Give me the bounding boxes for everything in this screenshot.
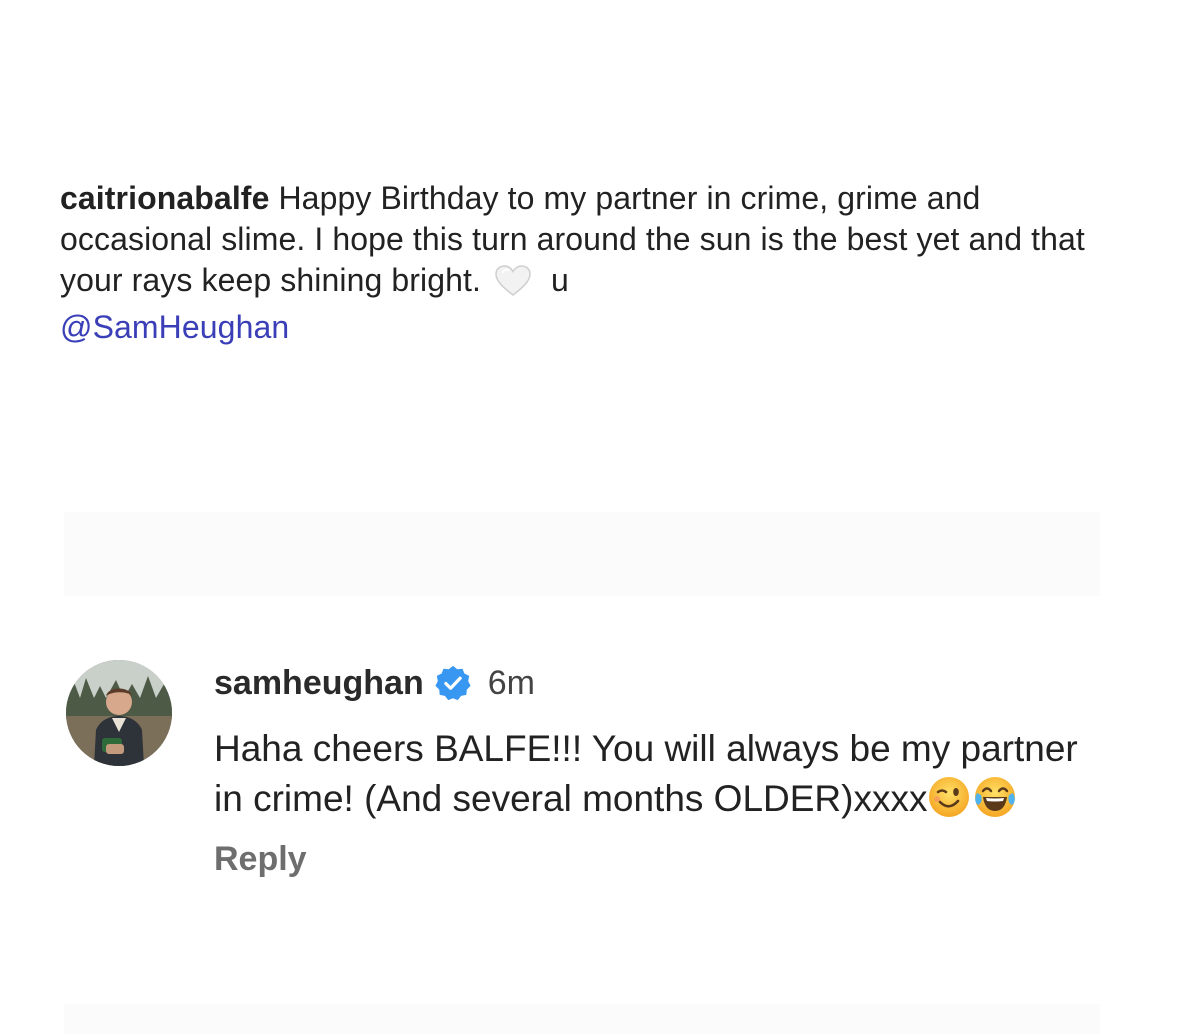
caption-mention-link[interactable]: @SamHeughan [60,309,289,345]
tears-of-joy-emoji-icon [973,775,1017,819]
comment-username[interactable]: samheughan [214,664,424,703]
post-caption: caitrionabalfe Happy Birthday to my part… [60,178,1120,348]
panel-divider [64,512,1100,596]
reply-button[interactable]: Reply [214,840,307,879]
panel-bottom [64,1004,1100,1034]
white-heart-icon [495,265,531,307]
caption-trailing-text: u [551,262,569,298]
caption-username[interactable]: caitrionabalfe [60,180,269,216]
comment-text-block: Haha cheers BALFE!!! You will always be … [214,724,1094,824]
winking-face-emoji-icon [927,775,971,819]
comment-header: samheughan 6m [214,660,1114,706]
comment-item: samheughan 6m Haha cheers BALFE!!! You w… [66,660,1126,950]
verified-badge-icon [434,664,472,702]
comment-body: samheughan 6m Haha cheers BALFE!!! You w… [214,660,1114,879]
comment-timestamp: 6m [487,663,535,702]
avatar[interactable] [66,660,172,766]
